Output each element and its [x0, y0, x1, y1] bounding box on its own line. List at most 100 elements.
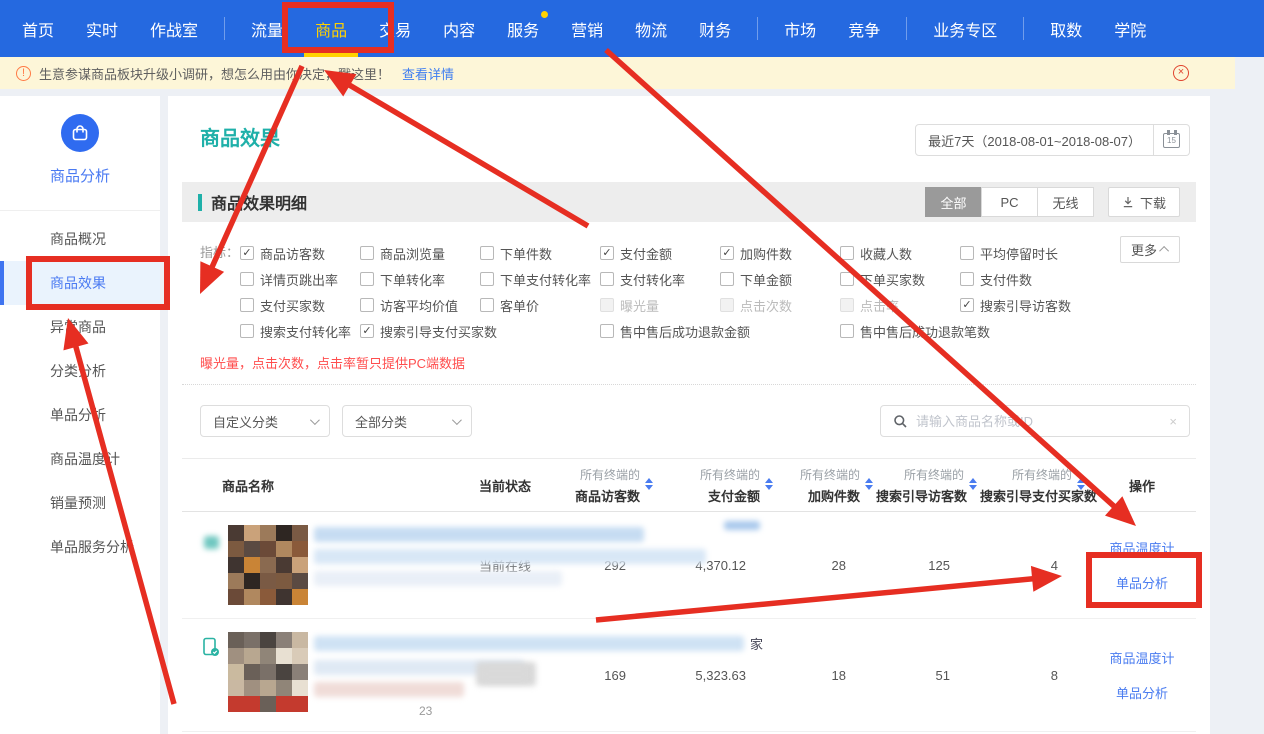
sidebar-item-label: 销量预测 — [50, 493, 106, 513]
sidebar-item-label: 商品温度计 — [50, 449, 120, 469]
metric-checkbox-label: 点击率 — [860, 296, 899, 315]
metric-checkbox[interactable]: 点击次数 — [720, 292, 840, 318]
nav-item[interactable]: 物流 — [619, 0, 683, 57]
metric-checkbox[interactable]: 访客平均价值 — [360, 292, 480, 318]
nav-item[interactable]: 业务专区 — [917, 0, 1013, 57]
metric-checkbox[interactable]: 售中售后成功退款金额 — [600, 318, 840, 344]
nav-item[interactable]: 取数 — [1034, 0, 1098, 57]
metric-checkbox[interactable]: 支付件数 — [960, 266, 1080, 292]
calendar-icon: 15 — [1163, 133, 1180, 148]
more-button[interactable]: 更多 — [1120, 236, 1180, 263]
column-header-metric[interactable]: 所有终端的搜索引导支付买家数 — [980, 466, 1088, 505]
mosaic-cell — [244, 525, 260, 541]
column-header-metric[interactable]: 所有终端的商品访客数 — [548, 466, 656, 505]
calendar-day: 15 — [1164, 134, 1179, 148]
product-cell[interactable] — [200, 512, 462, 618]
sidebar-item[interactable]: 单品服务分析 — [0, 525, 160, 569]
metric-checkbox[interactable]: ✓商品访客数 — [240, 240, 360, 266]
close-icon[interactable]: × — [1173, 65, 1189, 81]
metric-checkbox[interactable]: 平均停留时长 — [960, 240, 1080, 266]
sidebar-item[interactable]: 商品温度计 — [0, 437, 160, 481]
nav-item[interactable]: 作战室 — [134, 0, 214, 57]
sidebar-item[interactable]: 单品分析 — [0, 393, 160, 437]
metric-checkbox[interactable]: 下单件数 — [480, 240, 600, 266]
metric-checkbox[interactable]: ✓加购件数 — [720, 240, 840, 266]
column-header-metric[interactable]: 所有终端的加购件数 — [776, 466, 876, 505]
metric-checkbox[interactable]: 搜索支付转化率 — [240, 318, 360, 344]
all-category-select[interactable]: 全部分类 — [342, 405, 472, 437]
metric-checkbox[interactable]: 客单价 — [480, 292, 600, 318]
product-thermometer-link[interactable]: 商品温度计 — [1109, 538, 1174, 557]
sidebar-item[interactable]: 商品概况 — [0, 217, 160, 261]
nav-item[interactable]: 流量 — [235, 0, 299, 57]
metric-checkbox[interactable]: 下单转化率 — [360, 266, 480, 292]
search-input[interactable] — [916, 414, 1169, 429]
metric-checkbox[interactable]: 售中售后成功退款笔数 — [840, 318, 1080, 344]
date-range-button[interactable]: 最近7天（2018-08-01~2018-08-07） — [915, 124, 1154, 156]
notice-detail-link[interactable]: 查看详情 — [402, 64, 454, 83]
sidebar-item[interactable]: 销量预测 — [0, 481, 160, 525]
column-header-metric[interactable]: 所有终端的搜索引导访客数 — [876, 466, 980, 505]
metric-checkbox[interactable]: 支付转化率 — [600, 266, 720, 292]
single-product-analysis-link[interactable]: 单品分析 — [1116, 683, 1168, 702]
metric-checkbox-label: 搜索支付转化率 — [260, 322, 351, 341]
nav-item[interactable]: 实时 — [70, 0, 134, 57]
metric-checkbox[interactable]: 下单买家数 — [840, 266, 960, 292]
nav-item[interactable]: 财务 — [683, 0, 747, 57]
custom-category-value: 自定义分类 — [213, 412, 278, 431]
metric-checkbox-label: 售中售后成功退款金额 — [620, 322, 750, 341]
column-header-metric[interactable]: 所有终端的支付金额 — [656, 466, 776, 505]
chevron-down-icon — [452, 415, 462, 425]
metric-checkbox[interactable]: 详情页跳出率 — [240, 266, 360, 292]
metric-checkbox[interactable]: 点击率 — [840, 292, 960, 318]
nav-item[interactable]: 学院 — [1098, 0, 1162, 57]
nav-item[interactable]: 营销 — [555, 0, 619, 57]
metric-checkbox[interactable]: 下单金额 — [720, 266, 840, 292]
clear-search-icon[interactable]: × — [1169, 414, 1177, 429]
terminal-tab[interactable]: 全部 — [925, 187, 982, 217]
sort-arrows-icon[interactable] — [765, 478, 773, 490]
nav-item[interactable]: 竞争 — [832, 0, 896, 57]
download-label: 下载 — [1140, 193, 1166, 212]
checkbox-icon — [360, 246, 374, 260]
metric-checkbox[interactable]: 收藏人数 — [840, 240, 960, 266]
metric-cell: 51 — [876, 668, 980, 683]
calendar-button[interactable]: 15 — [1154, 124, 1190, 156]
nav-item[interactable]: 交易 — [363, 0, 427, 57]
sort-up-icon — [645, 478, 653, 483]
metric-checkbox-label: 点击次数 — [740, 296, 792, 315]
blur-line-wrap — [314, 571, 706, 586]
sidebar-item-label: 单品分析 — [50, 405, 106, 425]
product-thermometer-link[interactable]: 商品温度计 — [1109, 648, 1174, 667]
sort-arrows-icon[interactable] — [1077, 478, 1085, 490]
metric-checkbox[interactable]: 商品浏览量 — [360, 240, 480, 266]
nav-item[interactable]: 服务 — [491, 0, 555, 57]
nav-item[interactable]: 首页 — [6, 0, 70, 57]
metric-checkbox[interactable]: ✓支付金额 — [600, 240, 720, 266]
terminal-tab[interactable]: PC — [981, 187, 1038, 217]
custom-category-select[interactable]: 自定义分类 — [200, 405, 330, 437]
terminal-tab[interactable]: 无线 — [1037, 187, 1094, 217]
mosaic-cell — [228, 664, 244, 680]
metric-checkbox[interactable]: 曝光量 — [600, 292, 720, 318]
sort-arrows-icon[interactable] — [865, 478, 873, 490]
single-product-analysis-link[interactable]: 单品分析 — [1116, 573, 1168, 592]
metric-checkbox[interactable]: 下单支付转化率 — [480, 266, 600, 292]
download-button[interactable]: 下载 — [1108, 187, 1180, 217]
sidebar-item[interactable]: 异常商品 — [0, 305, 160, 349]
mosaic-cell — [292, 541, 308, 557]
sidebar-item[interactable]: 商品效果 — [0, 261, 160, 305]
visible-number-fragment: 23 — [419, 704, 763, 718]
sort-arrows-icon[interactable] — [645, 478, 653, 490]
sort-arrows-icon[interactable] — [969, 478, 977, 490]
metric-checkbox[interactable]: 支付买家数 — [240, 292, 360, 318]
product-cell[interactable]: 家23 — [200, 619, 462, 731]
blurred-text-line — [314, 527, 644, 542]
mosaic-cell — [228, 525, 244, 541]
metric-checkbox[interactable]: ✓搜索引导访客数 — [960, 292, 1080, 318]
sidebar-item[interactable]: 分类分析 — [0, 349, 160, 393]
nav-item[interactable]: 市场 — [768, 0, 832, 57]
metric-checkbox[interactable]: ✓搜索引导支付买家数 — [360, 318, 600, 344]
nav-item[interactable]: 商品 — [299, 0, 363, 57]
nav-item[interactable]: 内容 — [427, 0, 491, 57]
